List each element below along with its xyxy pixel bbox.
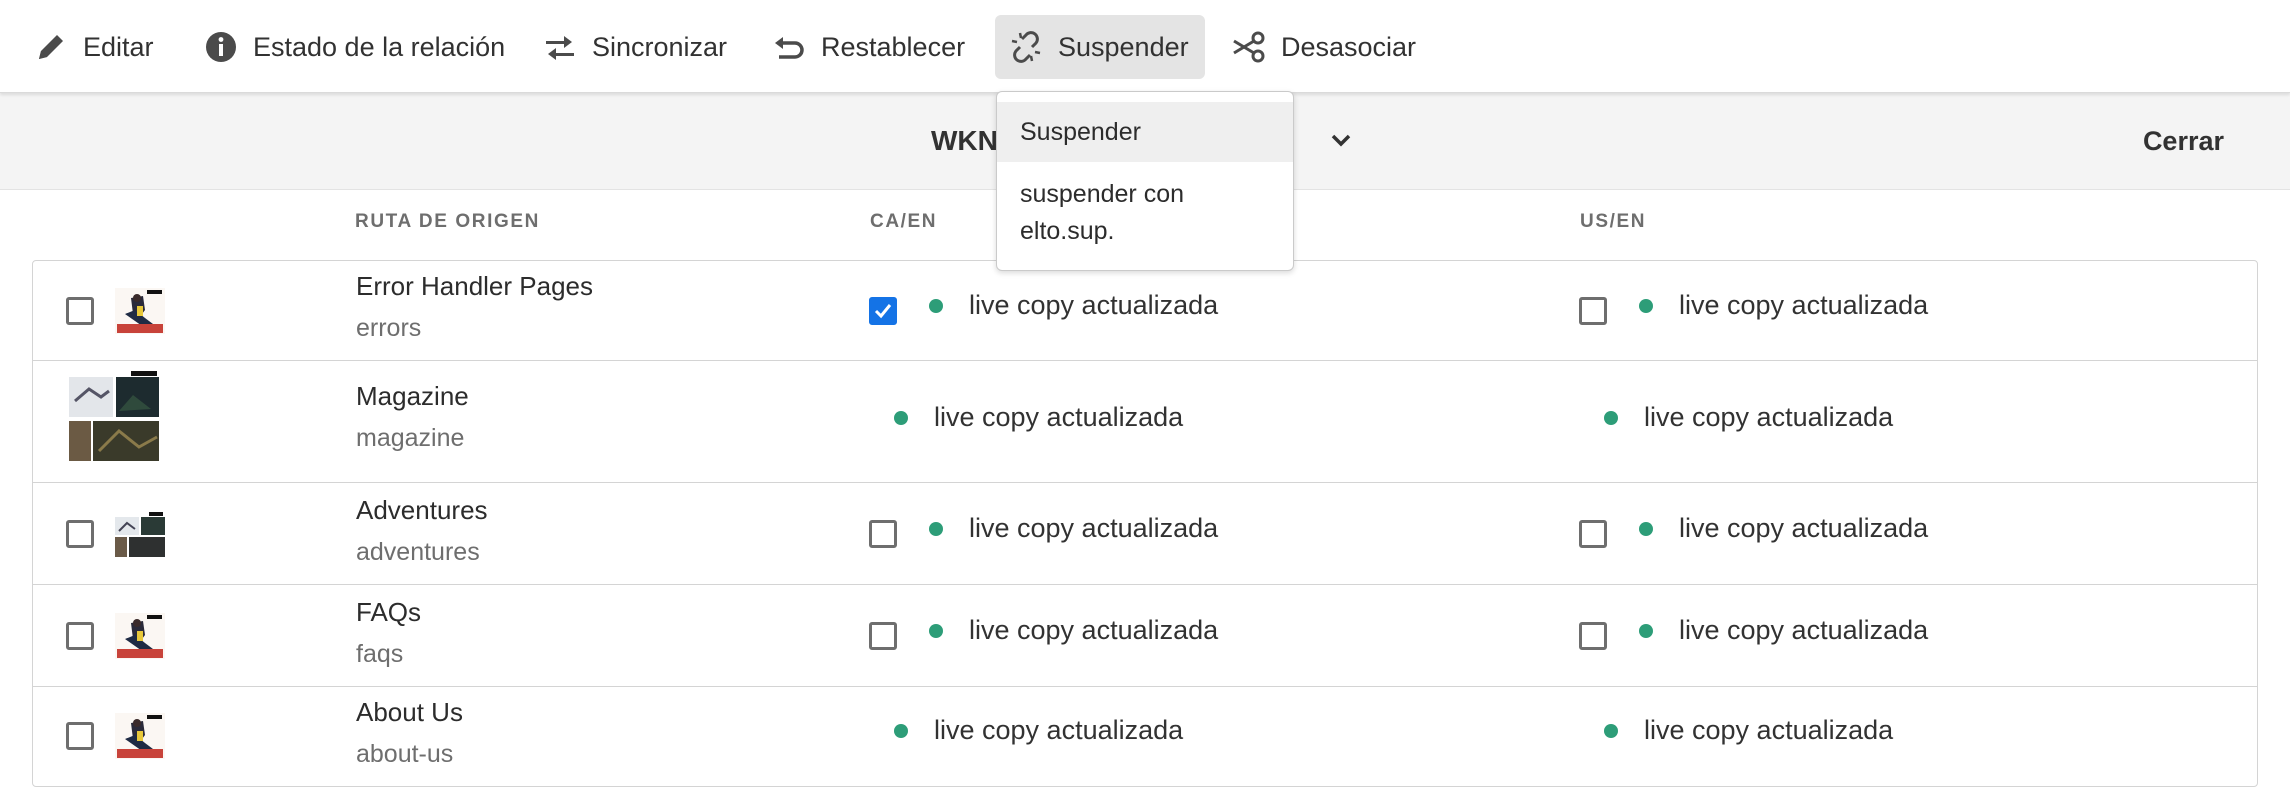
status-ok-icon <box>929 521 943 536</box>
us-en-status: live copy actualizada <box>1639 290 1928 321</box>
row-title[interactable]: About Us <box>356 697 463 728</box>
menu-item-suspend-with-children[interactable]: suspender con elto.sup. <box>997 162 1293 250</box>
ca-en-status-text: live copy actualizada <box>969 615 1219 645</box>
row-path: faqs <box>356 640 404 668</box>
status-ok-icon <box>1639 298 1653 313</box>
row-title[interactable]: FAQs <box>356 597 421 628</box>
menu-item-suspend[interactable]: Suspender <box>997 102 1293 162</box>
column-header-source-path[interactable]: RUTA DE ORIGEN <box>355 211 540 233</box>
column-header-us-en[interactable]: US/EN <box>1580 211 1646 233</box>
us-en-checkbox[interactable] <box>1579 297 1607 325</box>
row-path: errors <box>356 314 422 342</box>
unlink-icon <box>1011 31 1041 63</box>
reset-label: Restablecer <box>821 31 966 62</box>
ca-en-checkbox[interactable] <box>869 297 897 325</box>
sync-button[interactable]: Sincronizar <box>529 15 743 79</box>
row-title[interactable]: Error Handler Pages <box>356 271 593 302</box>
us-en-status-text: live copy actualizada <box>1679 615 1929 645</box>
ca-en-status-text: live copy actualizada <box>934 402 1184 432</box>
status-ok-icon <box>894 410 908 425</box>
page-thumbnail <box>69 371 159 461</box>
us-en-status: live copy actualizada <box>1604 715 1893 746</box>
row-path: magazine <box>356 424 465 452</box>
us-en-checkbox[interactable] <box>1579 622 1607 650</box>
sync-label: Sincronizar <box>592 31 728 62</box>
sync-icon <box>546 36 574 60</box>
ca-en-status: live copy actualizada <box>929 290 1218 321</box>
undo-icon <box>775 37 804 59</box>
us-en-status: live copy actualizada <box>1639 615 1928 646</box>
status-ok-icon <box>929 298 943 313</box>
row-path: about-us <box>356 740 454 768</box>
relationship-status-label: Estado de la relación <box>253 31 506 62</box>
status-ok-icon <box>1604 723 1618 738</box>
close-button[interactable]: Cerrar <box>2143 93 2224 189</box>
us-en-status-text: live copy actualizada <box>1644 715 1894 745</box>
info-icon <box>206 32 236 62</box>
us-en-checkbox[interactable] <box>1579 520 1607 548</box>
us-en-status-text: live copy actualizada <box>1679 290 1929 320</box>
us-en-status-text: live copy actualizada <box>1644 402 1894 432</box>
action-toolbar: Editar Estado de la relación Sincronizar… <box>0 0 2290 93</box>
detach-button[interactable]: Desasociar <box>1218 15 1432 79</box>
ca-en-status: live copy actualizada <box>929 513 1218 544</box>
row-select-checkbox[interactable] <box>66 622 94 650</box>
pencil-icon <box>39 35 63 59</box>
table-row[interactable]: Error Handler Pages errors live copy act… <box>33 261 2257 361</box>
table-row[interactable]: FAQs faqs live copy actualizada live cop… <box>33 585 2257 687</box>
us-en-status: live copy actualizada <box>1639 513 1928 544</box>
us-en-status-text: live copy actualizada <box>1679 513 1929 543</box>
edit-button[interactable]: Editar <box>20 15 170 79</box>
ca-en-checkbox[interactable] <box>869 520 897 548</box>
status-ok-icon <box>929 623 943 638</box>
ca-en-status-text: live copy actualizada <box>934 715 1184 745</box>
table-row[interactable]: About Us about-us live copy actualizada … <box>33 687 2257 786</box>
row-select-checkbox[interactable] <box>66 520 94 548</box>
page-title[interactable]: WKN l <box>931 93 1294 189</box>
row-select-checkbox[interactable] <box>66 722 94 750</box>
page-thumbnail <box>115 613 165 659</box>
status-ok-icon <box>1639 623 1653 638</box>
status-ok-icon <box>1639 521 1653 536</box>
table-row[interactable]: Adventures adventures live copy actualiz… <box>33 483 2257 585</box>
suspend-button[interactable]: Suspender <box>995 15 1205 79</box>
page-thumbnail <box>115 511 165 557</box>
ca-en-checkbox[interactable] <box>869 622 897 650</box>
row-path: adventures <box>356 538 480 566</box>
status-ok-icon <box>1604 410 1618 425</box>
suspend-dropdown-menu: Suspender suspender con elto.sup. <box>996 91 1294 271</box>
edit-label: Editar <box>83 31 154 62</box>
ca-en-status-text: live copy actualizada <box>969 290 1219 320</box>
ca-en-status-text: live copy actualizada <box>969 513 1219 543</box>
ca-en-status: live copy actualizada <box>929 615 1218 646</box>
table-row[interactable]: Magazine magazine live copy actualizada … <box>33 361 2257 483</box>
row-title[interactable]: Adventures <box>356 495 488 526</box>
page-title-start: WKN <box>931 125 998 156</box>
us-en-status: live copy actualizada <box>1604 402 1893 433</box>
ca-en-status: live copy actualizada <box>894 715 1183 746</box>
chevron-down-icon[interactable] <box>1328 127 1354 153</box>
page-thumbnail <box>115 288 165 334</box>
suspend-label: Suspender <box>1058 31 1189 62</box>
column-header-ca-en[interactable]: CA/EN <box>870 211 937 233</box>
scissors-icon <box>1233 31 1265 63</box>
row-title[interactable]: Magazine <box>356 381 469 412</box>
page-thumbnail <box>115 713 165 759</box>
ca-en-status: live copy actualizada <box>894 402 1183 433</box>
relationship-status-button[interactable]: Estado de la relación <box>190 15 521 79</box>
row-select-checkbox[interactable] <box>66 297 94 325</box>
reset-button[interactable]: Restablecer <box>758 15 981 79</box>
detach-label: Desasociar <box>1281 31 1417 62</box>
checkmark-icon <box>874 304 892 319</box>
livecopy-table: Error Handler Pages errors live copy act… <box>32 260 2258 787</box>
status-ok-icon <box>894 723 908 738</box>
